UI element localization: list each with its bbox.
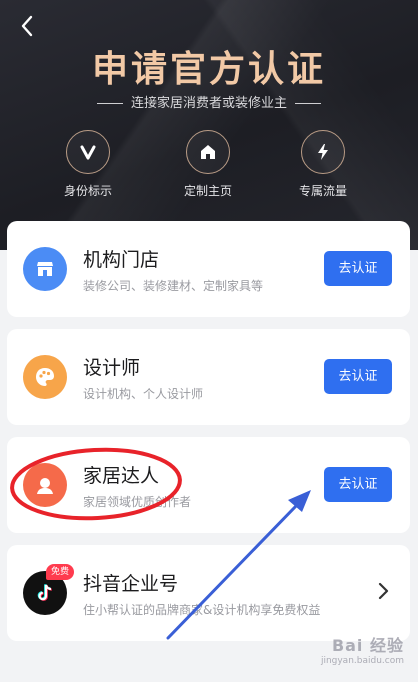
perk-identity: 身份标示 [33, 130, 143, 199]
chevron-right-icon[interactable] [376, 581, 390, 601]
card-icon-wrap [23, 463, 67, 507]
free-badge: 免费 [46, 564, 75, 580]
watermark-line2: jingyan.baidu.com [320, 656, 404, 666]
card-description: 装修公司、装修建材、定制家具等 [83, 279, 264, 293]
home-icon [201, 145, 215, 159]
perk-icon-wrap [186, 130, 230, 174]
card-store[interactable]: 机构门店 装修公司、装修建材、定制家具等 去认证 [7, 221, 410, 317]
divider-right [295, 103, 321, 104]
lightning-icon [318, 144, 328, 160]
perk-icon-wrap [66, 130, 110, 174]
page-subtitle: 连接家居消费者或装修业主 [0, 92, 418, 111]
perk-list: 身份标示 定制主页 专属流量 [0, 130, 418, 200]
perk-label: 专属流量 [298, 184, 347, 198]
perk-label: 身份标示 [63, 184, 112, 198]
certify-button[interactable]: 去认证 [324, 251, 392, 286]
watermark: Bai 经验 jingyan.baidu.com [321, 632, 404, 666]
card-description: 住小帮认证的品牌商家&设计机构享免费权益 [83, 603, 321, 617]
perk-traffic: 专属流量 [268, 130, 378, 199]
card-title: 机构门店 [83, 249, 160, 271]
hero-banner: 申请官方认证 连接家居消费者或装修业主 身份标示 定制主页 专属流量 [0, 0, 418, 250]
divider-left [96, 103, 123, 104]
card-description: 设计机构、个人设计师 [83, 387, 204, 401]
perk-homepage: 定制主页 [153, 130, 263, 199]
palette-icon [36, 368, 54, 386]
certify-button[interactable]: 去认证 [324, 467, 392, 502]
tiktok-icon [37, 584, 52, 601]
perk-icon-wrap [301, 130, 345, 174]
card-icon-wrap [23, 355, 67, 399]
card-home-expert[interactable]: 家居达人 家居领域优质创作者 去认证 [7, 437, 410, 533]
certify-button[interactable]: 去认证 [324, 359, 392, 394]
card-designer[interactable]: 设计师 设计机构、个人设计师 去认证 [7, 329, 410, 425]
page-title: 申请官方认证 [91, 49, 326, 90]
card-title: 设计师 [83, 357, 141, 379]
chevron-left-icon [21, 15, 33, 37]
back-button[interactable] [14, 12, 42, 40]
store-icon [37, 262, 53, 276]
watermark-line1: Bai 经验 [331, 636, 404, 655]
card-title: 家居达人 [83, 465, 160, 487]
perk-label: 定制主页 [183, 184, 232, 198]
card-title: 抖音企业号 [83, 573, 179, 595]
subtitle-text: 连接家居消费者或装修业主 [130, 96, 287, 111]
card-icon-wrap [23, 247, 67, 291]
card-douyin-enterprise[interactable]: 抖音企业号 住小帮认证的品牌商家&设计机构享免费权益 [7, 545, 410, 641]
user-icon [37, 478, 53, 494]
v-badge-icon [80, 145, 96, 160]
card-description: 家居领域优质创作者 [83, 495, 192, 509]
